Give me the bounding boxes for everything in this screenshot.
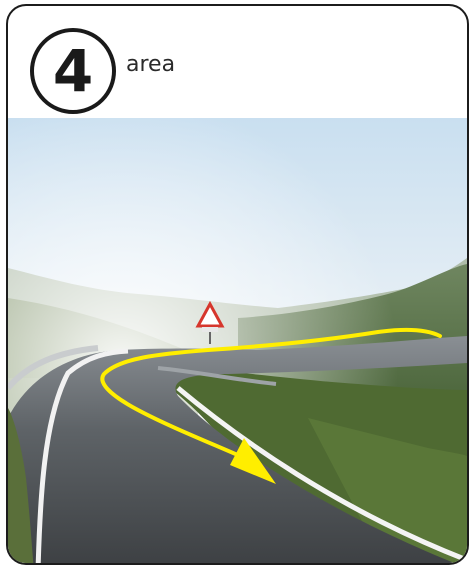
card-header: 4 area xyxy=(8,6,467,118)
road-photo xyxy=(8,118,467,563)
card-title: area xyxy=(126,52,176,77)
illustration-card: 4 area xyxy=(6,4,469,565)
step-number: 4 xyxy=(52,37,94,105)
road-illustration xyxy=(8,118,467,563)
step-number-badge: 4 xyxy=(30,28,116,114)
